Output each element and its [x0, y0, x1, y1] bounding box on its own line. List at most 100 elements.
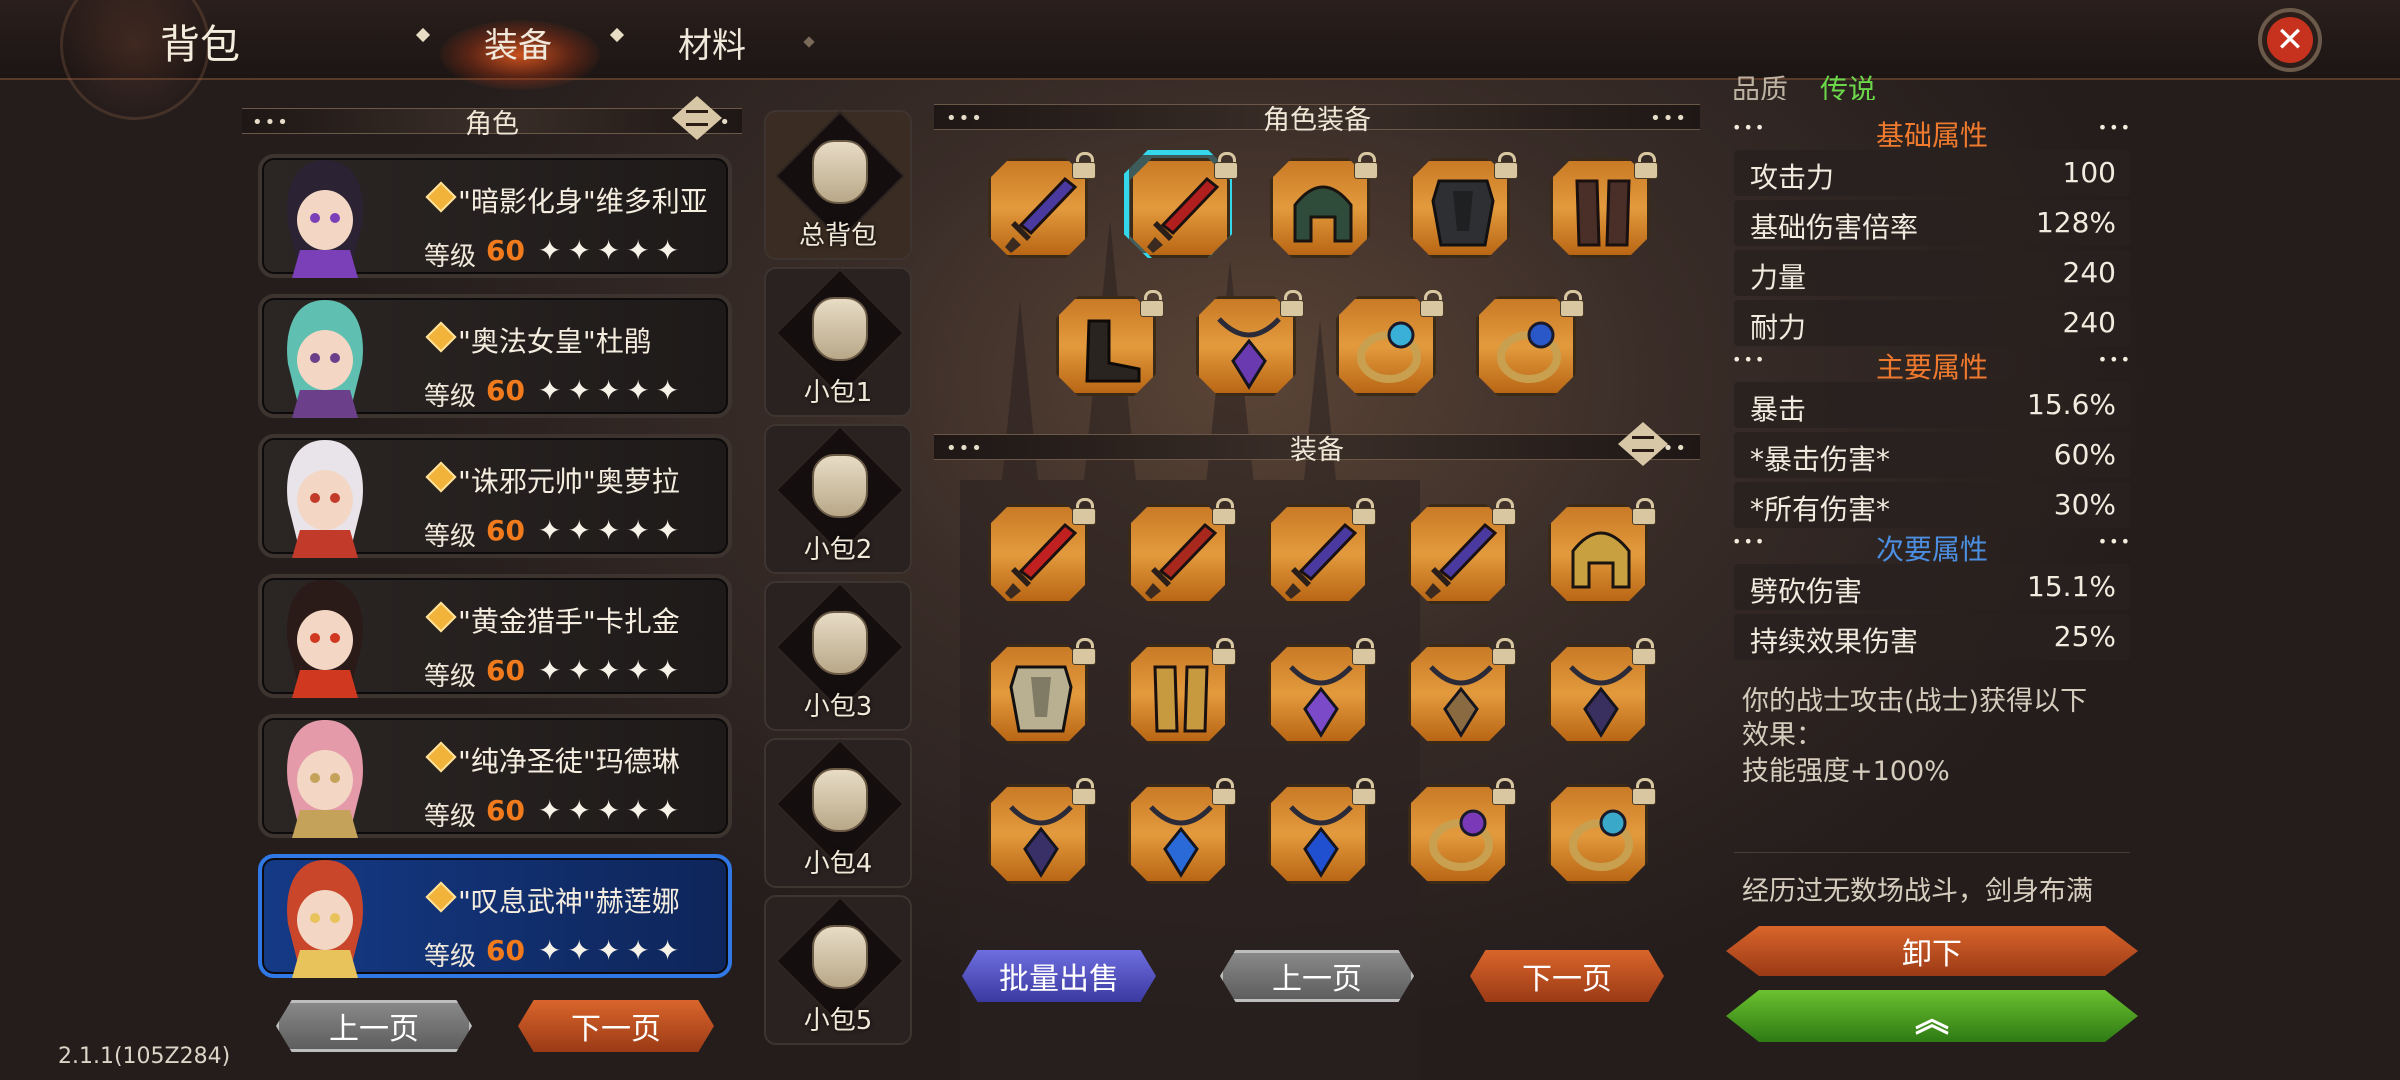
version-label: 2.1.1(105Z284) [58, 1044, 231, 1069]
stat-name: *所有伤害* [1750, 493, 1891, 526]
lock-icon [1492, 778, 1516, 805]
bag-slot-4[interactable]: 小包4 [764, 738, 912, 888]
quality-value: 传说 [1820, 73, 1877, 100]
dots-icon: ••• [252, 112, 290, 133]
level-label: 等级 [424, 662, 477, 692]
tab-equipment[interactable]: 装备 [484, 18, 552, 67]
character-portrait [270, 294, 380, 418]
lock-icon [1072, 152, 1096, 179]
character-name: "诛邪元帅"奥萝拉 [458, 465, 680, 498]
lock-icon [1352, 498, 1376, 525]
bag-label: 小包2 [803, 535, 873, 565]
character-section-title: 角色 [465, 108, 519, 140]
lock-icon [1214, 152, 1238, 179]
lock-icon [1632, 778, 1656, 805]
backpack-icon [812, 140, 868, 204]
bag-slot-5[interactable]: 小包5 [764, 895, 912, 1045]
level-label: 等级 [424, 382, 477, 412]
character-card[interactable]: "叹息武神"赫莲娜 等级 60 ✦✦✦✦✦ [258, 854, 732, 978]
tab-materials[interactable]: 材料 [678, 18, 746, 67]
quality-label: 品质 [1732, 73, 1789, 100]
sub-attributes-header: ••• 次要属性 ••• [1726, 532, 2138, 566]
character-level: 60 [486, 514, 525, 547]
stat-value: 15.1% [2027, 570, 2116, 603]
sub-attributes-title: 次要属性 [1875, 533, 1988, 566]
base-attributes-header: ••• 基础属性 ••• [1726, 118, 2138, 152]
rarity-gem-icon [425, 601, 457, 633]
character-card[interactable]: "奥法女皇"杜鹃等级 60 ✦✦✦✦✦ [258, 294, 732, 418]
character-card[interactable]: "黄金猎手"卡扎金 等级 60 ✦✦✦✦✦ [258, 574, 732, 698]
lock-icon [1632, 638, 1656, 665]
base-attributes-title: 基础属性 [1875, 119, 1988, 152]
stat-name: 耐力 [1750, 311, 1807, 344]
stat-row: 耐力 240 [1734, 300, 2130, 346]
stat-name: 攻击力 [1750, 161, 1835, 194]
close-icon: ✕ [2267, 17, 2313, 63]
character-level: 60 [486, 794, 525, 827]
character-portrait [270, 854, 380, 978]
inventory-next-page-button[interactable]: 下一页 [1470, 950, 1664, 1002]
lock-icon [1492, 638, 1516, 665]
inventory-prev-page-button[interactable]: 上一页 [1220, 950, 1414, 1002]
stat-value: 60% [2053, 438, 2116, 471]
star-rating: ✦✦✦✦✦ [538, 374, 686, 407]
stat-row: 暴击 15.6% [1734, 382, 2130, 428]
lock-icon [1072, 638, 1096, 665]
unequip-button[interactable]: 卸下 [1726, 926, 2138, 976]
character-equipment-title: 角色装备 [1263, 104, 1371, 136]
main-attributes-title: 主要属性 [1875, 351, 1988, 384]
character-equipment-header: ••• 角色装备 ••• [934, 104, 1700, 136]
character-card[interactable]: "暗影化身"维多利亚 等级 60 ✦✦✦✦✦ [258, 154, 732, 278]
stat-name: 劈砍伤害 [1750, 575, 1863, 608]
bag-label: 小包1 [803, 378, 873, 408]
character-next-page-button[interactable]: 下一页 [518, 1000, 714, 1052]
bag-label: 小包3 [803, 692, 873, 722]
bag-slot-1[interactable]: 小包1 [764, 267, 912, 417]
character-portrait [270, 154, 380, 278]
lock-icon [1212, 638, 1236, 665]
bag-label: 小包4 [803, 849, 873, 879]
character-level: 60 [486, 234, 525, 267]
stat-row: 攻击力 100 [1734, 150, 2130, 196]
character-name: "暗影化身"维多利亚 [458, 185, 708, 218]
lock-icon [1632, 498, 1656, 525]
upgrade-button[interactable]: ︽ [1726, 990, 2138, 1042]
lock-icon [1420, 290, 1444, 317]
level-label: 等级 [424, 522, 477, 552]
bag-slot-3[interactable]: 小包3 [764, 581, 912, 731]
page-title: 背包 [160, 22, 240, 68]
character-name: "纯净圣徒"玛德琳 [458, 745, 680, 778]
stat-value: 240 [2062, 256, 2116, 289]
lock-icon [1280, 290, 1304, 317]
rarity-gem-icon [425, 881, 457, 913]
lock-icon [1492, 498, 1516, 525]
bag-label: 总背包 [798, 221, 877, 251]
character-prev-page-button[interactable]: 上一页 [276, 1000, 472, 1052]
character-name: "奥法女皇"杜鹃 [458, 325, 652, 358]
character-section-header: ••• 角色 ••• [242, 108, 742, 140]
close-button[interactable]: ✕ [2258, 8, 2322, 72]
batch-sell-button[interactable]: 批量出售 [962, 950, 1156, 1002]
stat-row: 劈砍伤害 15.1% [1734, 564, 2130, 610]
stat-value: 30% [2053, 488, 2116, 521]
star-rating: ✦✦✦✦✦ [538, 514, 686, 547]
character-card[interactable]: "诛邪元帅"奥萝拉等级 60 ✦✦✦✦✦ [258, 434, 732, 558]
lore-text: 经历过无数场战斗，剑身布满 [1742, 876, 2093, 907]
bag-slot-0[interactable]: 总背包 [764, 110, 912, 260]
inventory-header: ••• 装备 ••• [934, 434, 1700, 466]
stat-row: *暴击伤害* 60% [1734, 432, 2130, 478]
lock-icon [1560, 290, 1584, 317]
dots-icon: ••• [946, 108, 984, 129]
dots-icon: ••• [2097, 532, 2132, 551]
character-portrait [270, 434, 380, 558]
backpack-icon [812, 611, 868, 675]
level-label: 等级 [424, 802, 477, 832]
character-card[interactable]: "纯净圣徒"玛德琳 等级 60 ✦✦✦✦✦ [258, 714, 732, 838]
character-portrait [270, 574, 380, 698]
lock-icon [1212, 498, 1236, 525]
bag-slot-2[interactable]: 小包2 [764, 424, 912, 574]
lock-icon [1140, 290, 1164, 317]
effect-line-3: 技能强度+100% [1742, 756, 1950, 787]
character-level: 60 [486, 374, 525, 407]
stat-value: 100 [2062, 156, 2116, 189]
